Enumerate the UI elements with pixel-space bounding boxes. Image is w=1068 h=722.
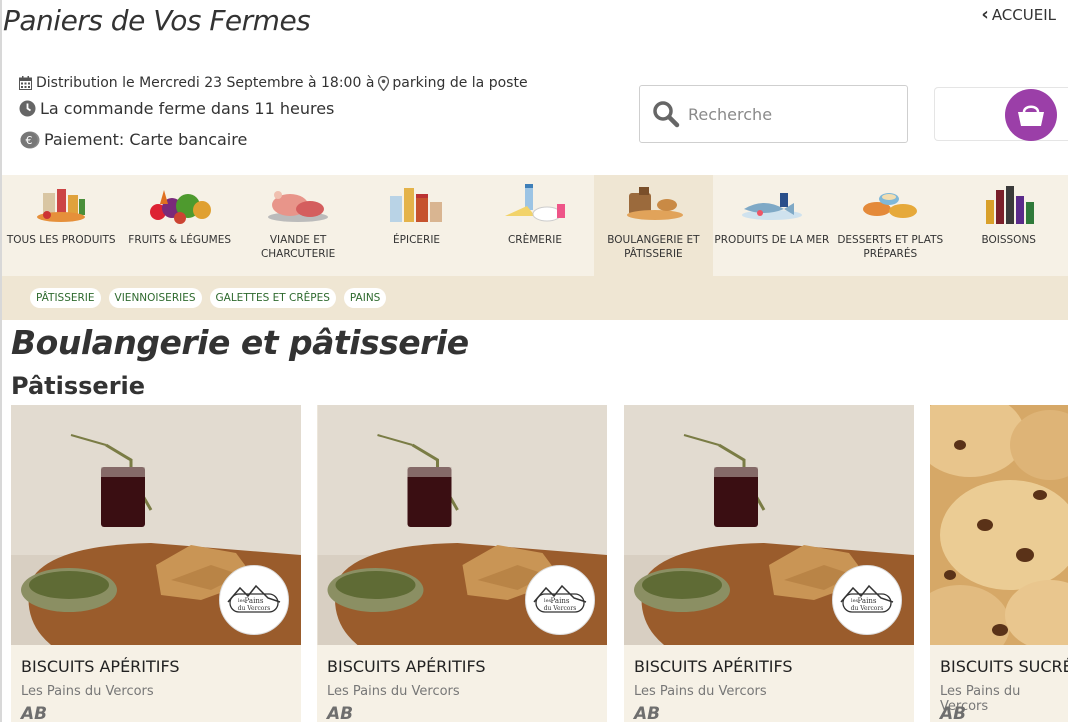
product-name: BISCUITS APÉRITIFS xyxy=(327,657,486,676)
category-viande[interactable]: VIANDE ET CHARCUTERIE xyxy=(239,175,357,276)
search-box[interactable] xyxy=(639,85,908,143)
product-card[interactable]: les Pains du Vercors BISCUITS APÉRITIFS … xyxy=(11,405,301,722)
dishes-icon xyxy=(863,193,918,218)
category-label: CRÈMERIE xyxy=(507,234,562,246)
category-boulangerie[interactable]: BOULANGERIE ET PÂTISSERIE xyxy=(594,175,713,276)
section-title: Boulangerie et pâtisserie xyxy=(11,323,469,362)
category-produits-mer[interactable]: PRODUITS DE LA MER xyxy=(713,175,831,276)
site-title: Paniers de Vos Fermes xyxy=(3,4,311,37)
svg-text:Pains: Pains xyxy=(858,597,877,605)
bottles-icon xyxy=(985,186,1034,224)
producer-name: Les Pains du Vercors xyxy=(21,684,154,699)
home-link-label: ACCUEIL xyxy=(991,6,1056,24)
producer-logo: les Pains du Vercors xyxy=(832,565,902,635)
organic-label-icon: AB xyxy=(21,704,48,722)
search-input[interactable] xyxy=(688,104,888,124)
producer-name: Les Pains du Vercors xyxy=(327,684,460,699)
basket-icon xyxy=(1018,105,1044,126)
payment-text: Paiement: Carte bancaire xyxy=(44,130,248,149)
window-left-border xyxy=(0,0,2,722)
jars-icon xyxy=(389,188,442,222)
chevron-left-icon: ‹ xyxy=(981,4,989,25)
clock-icon xyxy=(19,100,36,117)
category-epicerie[interactable]: ÉPICERIE xyxy=(357,175,475,276)
category-label: DESSERTS ET PLATS PRÉPARÉS xyxy=(837,234,944,260)
category-label: BOULANGERIE ET PÂTISSERIE xyxy=(607,234,700,260)
category-nav: TOUS LES PRODUITS FRUITS & LÉGUMES VIAND… xyxy=(2,175,1068,276)
category-label: TOUS LES PRODUITS xyxy=(6,234,116,246)
closing-info: La commande ferme dans 11 heures xyxy=(19,99,334,118)
svg-text:du Vercors: du Vercors xyxy=(851,605,884,612)
producer-name: Les Pains du Vercors xyxy=(634,684,767,699)
payment-info: € Paiement: Carte bancaire xyxy=(19,130,247,149)
category-fruits-legumes[interactable]: FRUITS & LÉGUMES xyxy=(120,175,238,276)
svg-text:Pains: Pains xyxy=(551,597,570,605)
producer-logo: les Pains du Vercors xyxy=(219,565,289,635)
closing-text: La commande ferme dans 11 heures xyxy=(40,99,335,118)
product-photo: les Pains du Vercors xyxy=(624,405,914,645)
category-boissons[interactable]: BOISSONS xyxy=(950,175,1068,276)
subcategory-chip[interactable]: GALETTES ET CRÊPES xyxy=(209,288,336,308)
category-label: FRUITS & LÉGUMES xyxy=(128,234,232,246)
subcategory-bar: PÂTISSERIE VIENNOISERIES GALETTES ET CRÊ… xyxy=(2,276,1068,320)
cart-button[interactable] xyxy=(1005,89,1057,141)
groceries-icon xyxy=(37,189,86,222)
vegetables-icon xyxy=(149,190,211,224)
product-card[interactable]: les Pains du Vercors BISCUITS APÉRITIFS … xyxy=(624,405,914,722)
category-all-products[interactable]: TOUS LES PRODUITS xyxy=(2,175,120,276)
organic-label-icon: AB xyxy=(634,704,661,722)
dairy-icon xyxy=(504,184,565,222)
fish-icon xyxy=(741,193,802,220)
producer-logo: les Pains du Vercors xyxy=(525,565,595,635)
subcategory-chip[interactable]: PÂTISSERIE xyxy=(30,288,101,308)
svg-text:du Vercors: du Vercors xyxy=(544,605,577,612)
location-text: parking de la poste xyxy=(392,75,528,91)
distribution-info: Distribution le Mercredi 23 Septembre à … xyxy=(19,75,528,91)
product-photo: les Pains du Vercors xyxy=(11,405,301,645)
meat-icon xyxy=(268,191,329,222)
category-label: ÉPICERIE xyxy=(393,234,441,246)
mountain-logo-icon: les Pains du Vercors xyxy=(533,584,587,613)
search-icon xyxy=(653,101,680,128)
category-label: BOISSONS xyxy=(981,234,1036,246)
map-marker-icon xyxy=(378,75,390,91)
section-subtitle: Pâtisserie xyxy=(11,372,146,400)
distribution-text: Distribution le Mercredi 23 Septembre à … xyxy=(36,75,375,91)
calendar-icon xyxy=(19,76,32,90)
category-desserts[interactable]: DESSERTS ET PLATS PRÉPARÉS xyxy=(831,175,949,276)
category-label: PRODUITS DE LA MER xyxy=(714,234,830,246)
product-name: BISCUITS APÉRITIFS xyxy=(634,657,793,676)
svg-text:du Vercors: du Vercors xyxy=(238,605,271,612)
category-cremerie[interactable]: CRÈMERIE xyxy=(476,175,594,276)
home-link[interactable]: ‹ ACCUEIL xyxy=(981,4,1056,25)
bread-icon xyxy=(627,187,684,220)
mountain-logo-icon: les Pains du Vercors xyxy=(840,584,894,613)
svg-text:Pains: Pains xyxy=(245,597,264,605)
svg-text:€: € xyxy=(26,134,33,147)
organic-label-icon: AB xyxy=(940,704,967,722)
product-card[interactable]: les Pains du Vercors BISCUITS APÉRITIFS … xyxy=(317,405,607,722)
euro-coin-icon: € xyxy=(20,131,40,148)
organic-label-icon: AB xyxy=(327,704,354,722)
product-card[interactable]: BISCUITS SUCRÉ Les Pains du Vercors AB xyxy=(930,405,1068,722)
product-name: BISCUITS APÉRITIFS xyxy=(21,657,180,676)
product-photo xyxy=(930,405,1068,645)
product-photo: les Pains du Vercors xyxy=(317,405,607,645)
product-name: BISCUITS SUCRÉ xyxy=(940,657,1068,676)
subcategory-chip[interactable]: PAINS xyxy=(343,288,387,308)
category-label: VIANDE ET CHARCUTERIE xyxy=(260,234,336,260)
subcategory-chip[interactable]: VIENNOISERIES xyxy=(108,288,202,308)
mountain-logo-icon: les Pains du Vercors xyxy=(227,584,281,613)
